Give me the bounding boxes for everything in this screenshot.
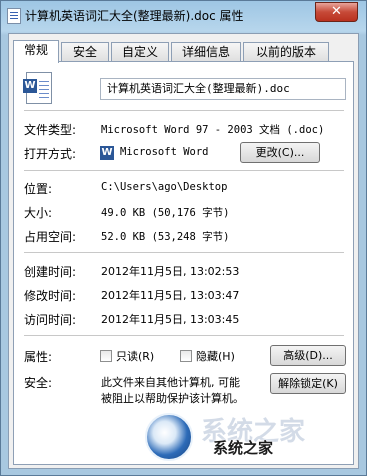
unblock-button[interactable]: 解除锁定(K) <box>270 373 346 394</box>
modified-value: 2012年11月5日, 13:03:47 <box>101 289 240 302</box>
separator <box>24 110 344 111</box>
tab-strip: 常规 安全 自定义 详细信息 以前的版本 <box>13 40 353 63</box>
open-with-value: Microsoft Word <box>120 146 209 158</box>
separator <box>24 252 344 253</box>
created-value: 2012年11月5日, 13:02:53 <box>101 265 240 278</box>
security-text-line2: 被阻止以帮助保护该计算机。 <box>101 392 244 405</box>
size-on-disk-label: 占用空间: <box>24 230 77 244</box>
file-name-field[interactable]: 计算机英语词汇大全(整理最新).doc <box>100 78 346 100</box>
tab-security[interactable]: 安全 <box>61 42 109 62</box>
general-panel: W 计算机英语词汇大全(整理最新).doc 文件类型: Microsoft Wo… <box>13 61 354 465</box>
location-label: 位置: <box>24 182 53 196</box>
created-label: 创建时间: <box>24 265 77 279</box>
watermark-text: 系统之家 <box>213 439 274 457</box>
separator <box>24 335 344 336</box>
file-type-value: Microsoft Word 97 - 2003 文档 (.doc) <box>101 124 325 136</box>
security-text-line1: 此文件来自其他计算机, 可能 <box>101 376 240 389</box>
window-title: 计算机英语词汇大全(整理最新).doc 属性 <box>25 9 244 23</box>
hidden-label[interactable]: 隐藏(H) <box>196 348 235 364</box>
security-label: 安全: <box>24 376 53 390</box>
close-button[interactable]: ✕ <box>315 2 358 22</box>
accessed-value: 2012年11月5日, 13:03:45 <box>101 313 240 326</box>
properties-window: 计算机英语词汇大全(整理最新).doc 属性 ✕ 常规 安全 自定义 详细信息 … <box>0 0 367 476</box>
document-icon <box>7 8 21 24</box>
modified-label: 修改时间: <box>24 289 77 303</box>
accessed-label: 访问时间: <box>24 313 77 327</box>
title-bar[interactable]: 计算机英语词汇大全(整理最新).doc 属性 ✕ <box>1 1 366 33</box>
word-app-icon: W <box>100 146 114 160</box>
separator <box>24 170 344 171</box>
size-value: 49.0 KB (50,176 字节) <box>101 207 230 219</box>
tab-general[interactable]: 常规 <box>13 40 59 63</box>
readonly-label[interactable]: 只读(R) <box>116 348 154 364</box>
tab-custom[interactable]: 自定义 <box>111 42 169 62</box>
dialog-client: 常规 安全 自定义 详细信息 以前的版本 W 计算机英语词汇大全(整理最新).d… <box>8 33 359 469</box>
size-on-disk-value: 52.0 KB (53,248 字节) <box>101 231 230 243</box>
word-document-icon: W <box>23 72 52 104</box>
location-value: C:\Users\ago\Desktop <box>101 181 228 193</box>
tab-previous-versions[interactable]: 以前的版本 <box>243 42 329 62</box>
advanced-button[interactable]: 高级(D)... <box>270 345 346 366</box>
open-with-label: 打开方式: <box>24 147 77 161</box>
readonly-checkbox[interactable] <box>100 350 112 362</box>
hidden-checkbox[interactable] <box>180 350 192 362</box>
tab-details[interactable]: 详细信息 <box>171 42 241 62</box>
size-label: 大小: <box>24 206 53 220</box>
file-type-label: 文件类型: <box>24 123 77 137</box>
attributes-label: 属性: <box>24 350 53 364</box>
change-button[interactable]: 更改(C)... <box>240 142 320 163</box>
